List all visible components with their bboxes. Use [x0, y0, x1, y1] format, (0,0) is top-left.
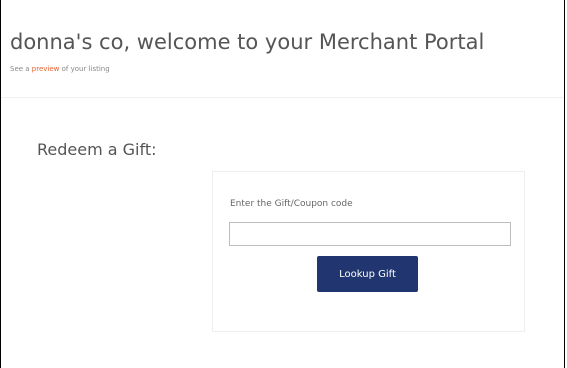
header-divider — [1, 97, 564, 98]
redeem-section-title: Redeem a Gift: — [37, 140, 157, 159]
lookup-gift-button[interactable]: Lookup Gift — [317, 256, 418, 292]
redeem-gift-card: Enter the Gift/Coupon code Lookup Gift — [212, 171, 525, 332]
preview-line: See a preview of your listing — [10, 65, 110, 73]
preview-link[interactable]: preview — [32, 65, 60, 73]
page-frame: donna's co, welcome to your Merchant Por… — [0, 0, 565, 368]
preview-suffix-text: of your listing — [59, 65, 110, 73]
portal-header: donna's co, welcome to your Merchant Por… — [1, 0, 564, 97]
gift-code-input[interactable] — [229, 222, 511, 246]
page-title: donna's co, welcome to your Merchant Por… — [10, 30, 485, 54]
preview-prefix-text: See a — [10, 65, 32, 73]
gift-code-label: Enter the Gift/Coupon code — [230, 199, 353, 209]
